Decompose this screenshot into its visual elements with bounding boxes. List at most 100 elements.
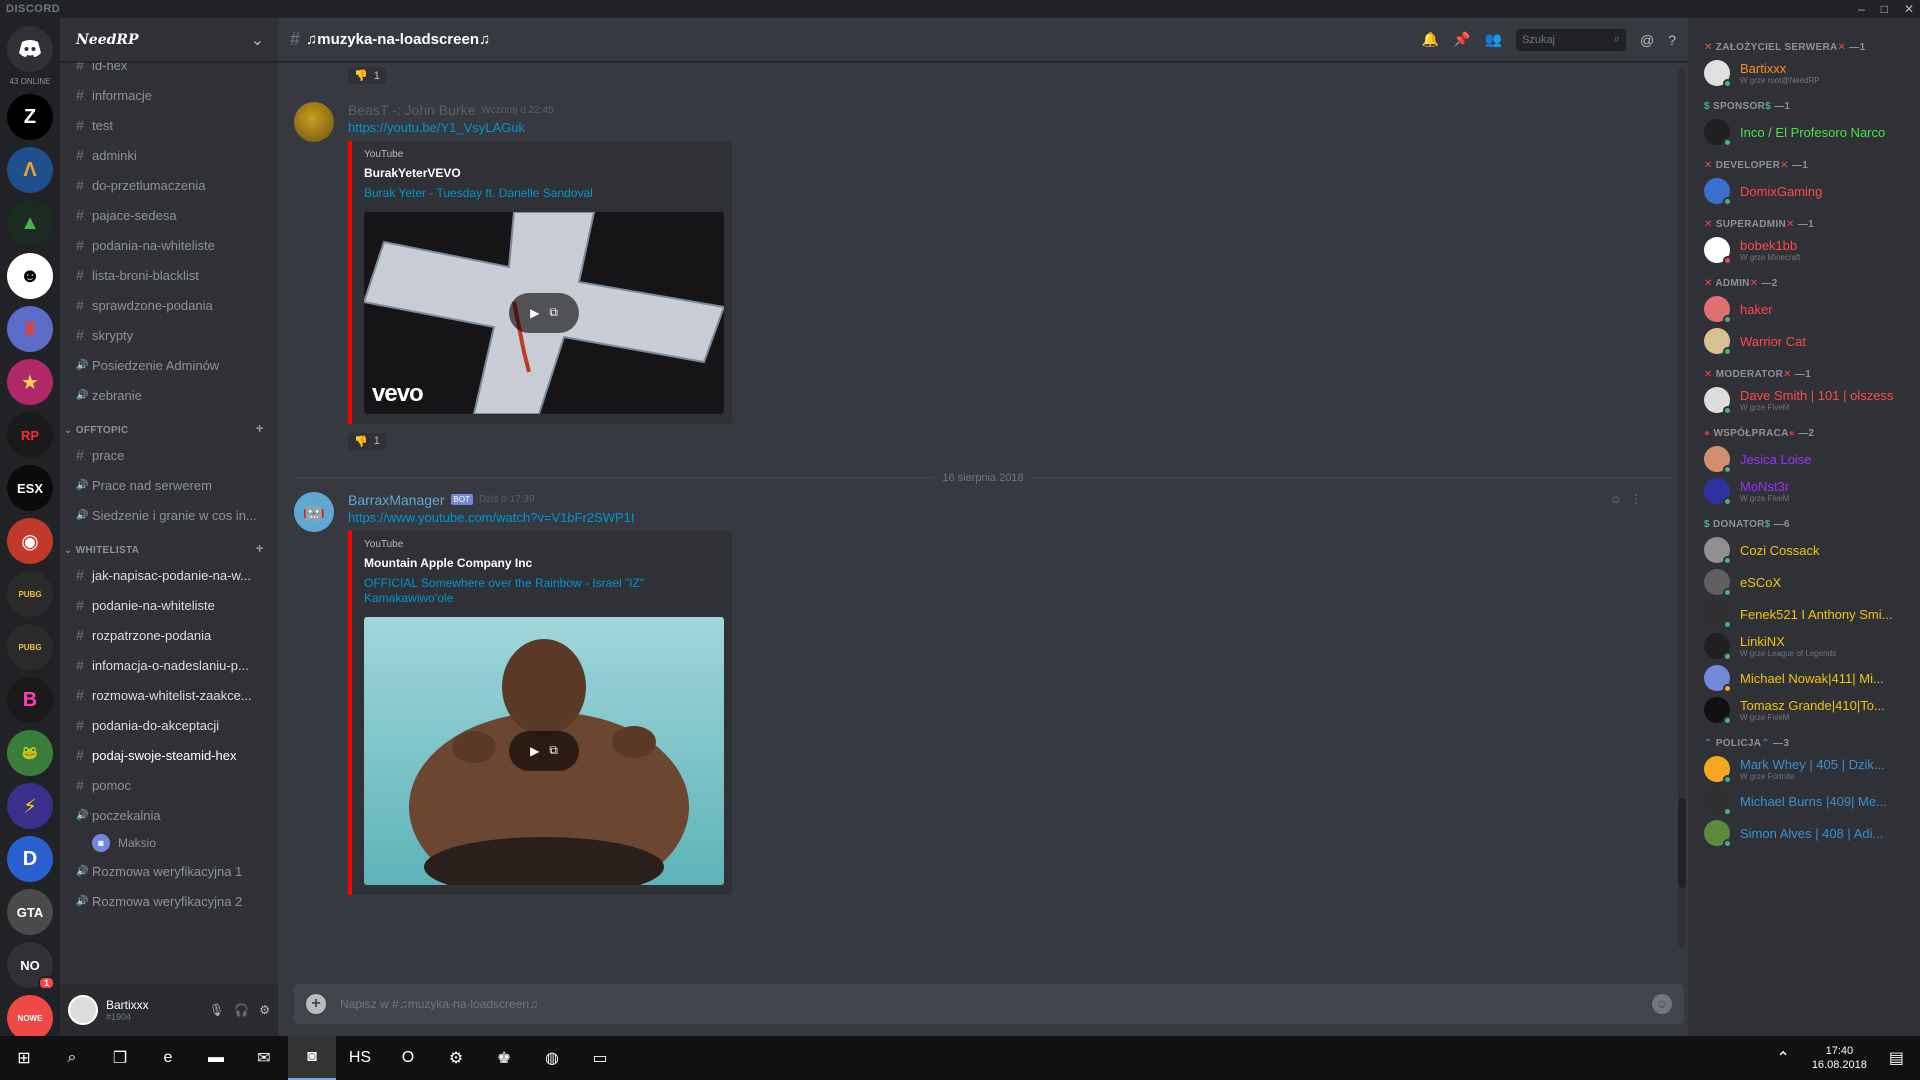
app-icon-1[interactable]: ⚙ — [432, 1036, 480, 1080]
message-composer[interactable]: + Napisz w #♫muzyka-na-loadscreen♫ ☺ — [294, 984, 1684, 1024]
text-channel[interactable]: # skrypty — [60, 320, 278, 350]
discord-taskbar-icon[interactable]: ◙ — [288, 1036, 336, 1080]
text-channel[interactable]: # rozpatrzone-podania — [60, 620, 278, 650]
text-channel[interactable]: # prace — [60, 440, 278, 470]
member-item[interactable]: Jesica Loise — [1688, 443, 1920, 475]
member-item[interactable]: Bartixxx W grze root@NeedRP — [1688, 57, 1920, 89]
search-input[interactable]: Szukaj ⌕ — [1515, 28, 1626, 51]
add-channel-icon[interactable]: + — [256, 420, 264, 436]
text-channel[interactable]: # adminki — [60, 140, 278, 170]
member-item[interactable]: eSCoX — [1688, 566, 1920, 598]
reaction-button[interactable]: 👎 1 — [348, 432, 386, 450]
server-icon[interactable]: ▲ — [7, 200, 53, 246]
home-button[interactable] — [7, 26, 53, 72]
text-channel[interactable]: # podanie-na-whiteliste — [60, 590, 278, 620]
message-input[interactable]: Napisz w #♫muzyka-na-loadscreen♫ — [340, 997, 1638, 1011]
minimize-icon[interactable]: – — [1858, 2, 1865, 16]
task-view-icon[interactable]: ❐ — [96, 1036, 144, 1080]
text-channel[interactable]: # rozmowa-whitelist-zaakce... — [60, 680, 278, 710]
server-icon[interactable]: 🐸 — [7, 730, 53, 776]
member-item[interactable]: Inco / El Profesoro Narco — [1688, 116, 1920, 148]
text-channel[interactable]: # infomacja-o-nadeslaniu-p... — [60, 650, 278, 680]
mention-icon[interactable]: @ — [1640, 32, 1654, 48]
server-icon[interactable]: ☻ — [7, 253, 53, 299]
close-icon[interactable]: ✕ — [1904, 2, 1914, 16]
message-link[interactable]: https://www.youtube.com/watch?v=V1bFr2SW… — [348, 510, 1672, 525]
member-item[interactable]: Dave Smith | 101 | olszess W grze FiveM — [1688, 384, 1920, 416]
text-channel[interactable]: # podania-na-whiteliste — [60, 230, 278, 260]
maximize-icon[interactable]: □ — [1881, 2, 1888, 16]
server-icon[interactable]: RP — [7, 412, 53, 458]
avatar[interactable]: 🤖 — [294, 491, 334, 532]
server-icon[interactable]: NO 1 — [7, 942, 55, 990]
server-icon[interactable]: Z — [7, 94, 53, 140]
bell-icon[interactable]: 🔔 — [1422, 31, 1439, 48]
member-item[interactable]: LinkiNX W grze League of Legends — [1688, 630, 1920, 662]
member-item[interactable]: Cozi Cossack — [1688, 534, 1920, 566]
text-channel[interactable]: # lista-broni-blacklist — [60, 260, 278, 290]
voice-channel[interactable]: 🔊 Rozmowa weryfikacyjna 1 — [60, 856, 278, 886]
guild-header[interactable]: NeedRP ⌄ — [60, 18, 278, 62]
server-icon[interactable]: D — [7, 836, 53, 882]
edge-icon[interactable]: e — [144, 1036, 192, 1080]
member-item[interactable]: Tomasz Grande|410|To... W grze FiveM — [1688, 694, 1920, 726]
text-channel[interactable]: # do-przetlumaczenia — [60, 170, 278, 200]
settings-gear-icon[interactable]: ⚙ — [259, 1003, 270, 1017]
hearthstone-icon[interactable]: HS — [336, 1036, 384, 1080]
tray-chevron-icon[interactable]: ⌃ — [1776, 1048, 1789, 1068]
avatar[interactable] — [68, 995, 98, 1025]
text-channel[interactable]: # test — [60, 110, 278, 140]
embed-author[interactable]: BurakYeterVEVO — [364, 166, 722, 180]
server-icon[interactable]: ★ — [7, 359, 53, 405]
server-icon[interactable]: PUBG — [7, 571, 53, 617]
member-item[interactable]: Fenek521 I Anthony Smi... — [1688, 598, 1920, 630]
add-reaction-icon[interactable]: ☺ — [1610, 492, 1622, 506]
play-button[interactable]: ▶ ⧉ — [509, 292, 579, 333]
emoji-picker-icon[interactable]: ☺ — [1652, 994, 1672, 1014]
message-author[interactable]: BarraxManager — [348, 492, 445, 508]
member-item[interactable]: DomixGaming — [1688, 175, 1920, 207]
more-options-icon[interactable]: ⋮ — [1630, 492, 1642, 506]
video-thumbnail[interactable]: ▶ ⧉ — [364, 616, 724, 885]
embed-title[interactable]: OFFICIAL Somewhere over the Rainbow - Is… — [364, 576, 722, 607]
channel-category[interactable]: ⌄ WHITELISTA + — [60, 530, 278, 560]
embed-author[interactable]: Mountain Apple Company Inc — [364, 556, 722, 570]
avatar[interactable] — [294, 102, 334, 142]
text-channel[interactable]: # id-hex — [60, 62, 278, 80]
embed-title[interactable]: Burak Yeter - Tuesday ft. Danelle Sandov… — [364, 186, 722, 202]
search-icon[interactable]: ⌕ — [48, 1036, 96, 1080]
opera-icon[interactable]: O — [384, 1036, 432, 1080]
voice-channel[interactable]: 🔊 poczekalnia — [60, 800, 278, 830]
server-icon[interactable]: GTA — [7, 889, 53, 935]
member-item[interactable]: MoNst3r W grze FiveM — [1688, 475, 1920, 507]
help-icon[interactable]: ? — [1668, 32, 1676, 48]
notification-center-icon[interactable]: ▤ — [1889, 1048, 1904, 1068]
app-icon-3[interactable]: ◍ — [528, 1036, 576, 1080]
upload-plus-icon[interactable]: + — [306, 994, 326, 1014]
text-channel[interactable]: # podania-do-akceptacji — [60, 710, 278, 740]
server-icon[interactable]: ◉ — [7, 518, 53, 564]
file-explorer-icon[interactable]: ▬ — [192, 1036, 240, 1080]
add-channel-icon[interactable]: + — [256, 540, 264, 556]
voice-user[interactable]: ◙ Maksio — [60, 830, 278, 856]
video-thumbnail[interactable]: ▶ ⧉ vevo — [364, 211, 724, 414]
server-icon[interactable]: PUBG — [7, 624, 53, 670]
start-icon[interactable]: ⊞ — [0, 1036, 48, 1080]
chevron-down-icon[interactable]: ⌄ — [251, 30, 264, 50]
server-icon[interactable]: ♜ — [7, 306, 53, 352]
message-link[interactable]: https://youtu.be/Y1_VsyLAGuk — [348, 120, 1672, 135]
text-channel[interactable]: # informacje — [60, 80, 278, 110]
message-author[interactable]: BeasT -: John Burke — [348, 102, 475, 118]
text-channel[interactable]: # podaj-swoje-steamid-hex — [60, 740, 278, 770]
member-item[interactable]: Michael Burns |409| Me... — [1688, 785, 1920, 817]
member-item[interactable]: bobek1bb W grze Minecraft — [1688, 234, 1920, 266]
scrollbar-thumb[interactable] — [1678, 798, 1686, 888]
voice-channel[interactable]: 🔊 Prace nad serwerem — [60, 470, 278, 500]
members-icon[interactable]: 👥 — [1485, 31, 1502, 48]
server-icon[interactable]: ESX — [7, 465, 53, 511]
member-item[interactable]: Michael Nowak|411| Mi... — [1688, 662, 1920, 694]
server-icon[interactable]: Λ — [7, 147, 53, 193]
headphones-icon[interactable]: 🎧 — [234, 1003, 249, 1017]
member-item[interactable]: Simon Alves | 408 | Adi... — [1688, 817, 1920, 849]
text-channel[interactable]: # pomoc — [60, 770, 278, 800]
